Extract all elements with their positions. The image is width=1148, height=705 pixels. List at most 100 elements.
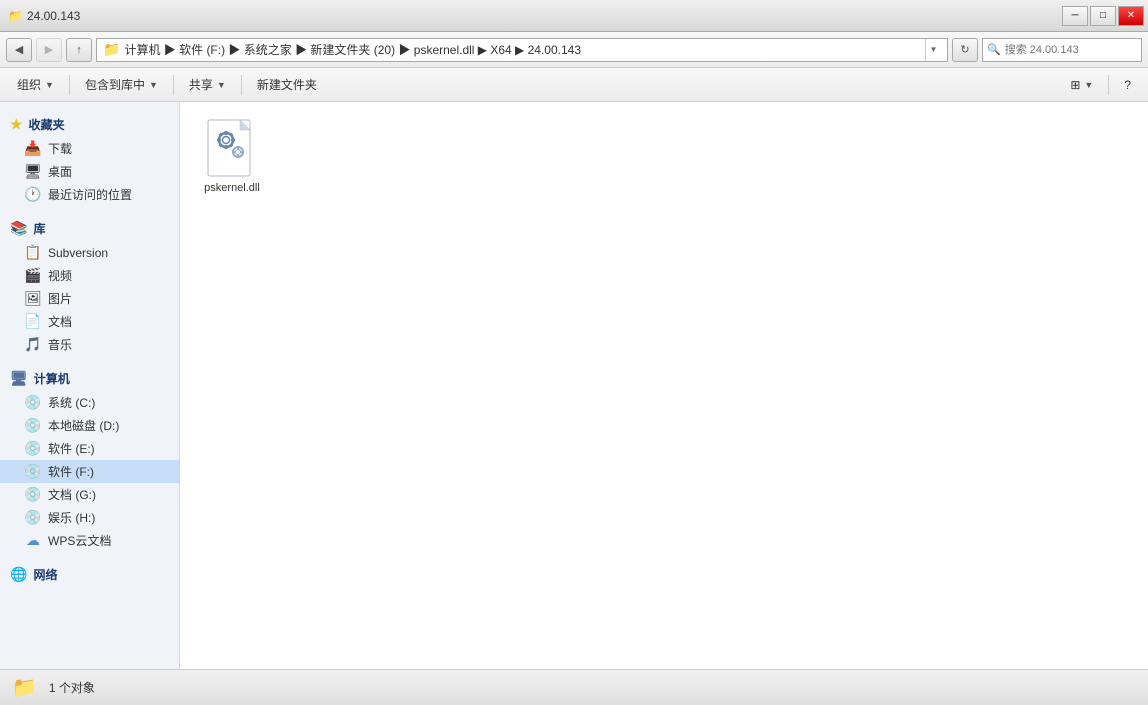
pictures-icon: 🖼 <box>24 290 42 307</box>
file-icon-pskernel <box>204 121 260 177</box>
search-input[interactable] <box>1005 44 1147 56</box>
library-icon: 📚 <box>10 220 27 237</box>
sidebar-item-desktop[interactable]: 🖥 桌面 <box>0 160 179 183</box>
window-title: 24.00.143 <box>27 9 80 23</box>
address-folder-icon: 📁 <box>103 41 120 58</box>
maximize-button[interactable]: □ <box>1090 6 1116 26</box>
drive-c-icon: 💿 <box>24 394 42 411</box>
sidebar-item-documents[interactable]: 📄 文档 <box>0 310 179 333</box>
content-area[interactable]: pskernel.dll <box>180 102 1148 669</box>
drive-g-icon: 💿 <box>24 486 42 503</box>
sidebar-divider-3 <box>0 552 179 560</box>
forward-icon: ▶ <box>45 43 53 56</box>
share-button[interactable]: 共享 ▼ <box>180 72 235 98</box>
sidebar-item-drive-f[interactable]: 💿 软件 (F:) <box>0 460 179 483</box>
new-folder-label: 新建文件夹 <box>257 76 317 93</box>
back-button[interactable]: ◀ <box>6 38 32 62</box>
sidebar-section-computer[interactable]: 🖥 计算机 <box>0 364 179 391</box>
include-label: 包含到库中 <box>85 76 145 93</box>
sidebar-item-drive-e[interactable]: 💿 软件 (E:) <box>0 437 179 460</box>
sidebar-item-drive-c[interactable]: 💿 系统 (C:) <box>0 391 179 414</box>
views-dropdown-icon: ▼ <box>1084 80 1093 90</box>
organize-label: 组织 <box>17 76 41 93</box>
sidebar-item-wps-cloud[interactable]: ☁ WPS云文档 <box>0 529 179 552</box>
file-item-pskernel[interactable]: pskernel.dll <box>192 114 272 202</box>
file-name-pskernel: pskernel.dll <box>204 181 260 195</box>
sidebar: ★ 收藏夹 📥 下载 🖥 桌面 🕐 最近访问的位置 📚 库 📋 Subversi… <box>0 102 180 669</box>
sidebar-section-library[interactable]: 📚 库 <box>0 214 179 241</box>
recent-label: 最近访问的位置 <box>48 186 132 203</box>
sidebar-item-subversion[interactable]: 📋 Subversion <box>0 241 179 264</box>
sidebar-divider-1 <box>0 206 179 214</box>
toolbar-separator-1 <box>69 75 70 95</box>
window-icon: 📁 <box>8 9 23 23</box>
video-label: 视频 <box>48 267 72 284</box>
sidebar-section-network[interactable]: 🌐 网络 <box>0 560 179 587</box>
sidebar-item-downloads[interactable]: 📥 下载 <box>0 137 179 160</box>
drive-d-label: 本地磁盘 (D:) <box>48 417 119 434</box>
status-folder-icon: 📁 <box>12 675 37 700</box>
pictures-label: 图片 <box>48 290 72 307</box>
sidebar-item-drive-d[interactable]: 💿 本地磁盘 (D:) <box>0 414 179 437</box>
drive-g-label: 文档 (G:) <box>48 486 96 503</box>
sidebar-item-video[interactable]: 🎬 视频 <box>0 264 179 287</box>
drive-c-label: 系统 (C:) <box>48 394 95 411</box>
address-text: 计算机 ▶ 软件 (F:) ▶ 系统之家 ▶ 新建文件夹 (20) ▶ pske… <box>124 41 921 58</box>
back-icon: ◀ <box>15 43 23 56</box>
address-dropdown-button[interactable]: ▼ <box>925 39 941 61</box>
title-bar-controls: ─ □ ✕ <box>1062 6 1144 26</box>
toolbar-separator-4 <box>1108 75 1109 95</box>
sidebar-item-music[interactable]: 🎵 音乐 <box>0 333 179 356</box>
recent-icon: 🕐 <box>24 186 42 203</box>
up-icon: ↑ <box>76 44 82 56</box>
refresh-button[interactable]: ↻ <box>952 38 978 62</box>
subversion-icon: 📋 <box>24 244 42 261</box>
forward-button[interactable]: ▶ <box>36 38 62 62</box>
title-bar-left: 📁 24.00.143 <box>8 9 80 23</box>
file-grid: pskernel.dll <box>192 114 1136 202</box>
status-count: 1 个对象 <box>49 679 95 696</box>
title-bar: 📁 24.00.143 ─ □ ✕ <box>0 0 1148 32</box>
drive-f-label: 软件 (F:) <box>48 463 94 480</box>
documents-icon: 📄 <box>24 313 42 330</box>
views-icon: ⊞ <box>1070 78 1080 92</box>
wps-cloud-label: WPS云文档 <box>48 532 111 549</box>
sidebar-item-recent[interactable]: 🕐 最近访问的位置 <box>0 183 179 206</box>
drive-f-icon: 💿 <box>24 463 42 480</box>
organize-button[interactable]: 组织 ▼ <box>8 72 63 98</box>
downloads-icon: 📥 <box>24 140 42 157</box>
downloads-label: 下载 <box>48 140 72 157</box>
search-box[interactable]: 🔍 🔍 <box>982 38 1142 62</box>
share-label: 共享 <box>189 76 213 93</box>
documents-label: 文档 <box>48 313 72 330</box>
main-area: ★ 收藏夹 📥 下载 🖥 桌面 🕐 最近访问的位置 📚 库 📋 Subversi… <box>0 102 1148 669</box>
toolbar: 组织 ▼ 包含到库中 ▼ 共享 ▼ 新建文件夹 ⊞ ▼ ? <box>0 68 1148 102</box>
video-icon: 🎬 <box>24 267 42 284</box>
views-button[interactable]: ⊞ ▼ <box>1061 72 1102 98</box>
new-folder-button[interactable]: 新建文件夹 <box>248 72 326 98</box>
drive-e-label: 软件 (E:) <box>48 440 95 457</box>
drive-e-icon: 💿 <box>24 440 42 457</box>
sidebar-item-pictures[interactable]: 🖼 图片 <box>0 287 179 310</box>
favorites-label: 收藏夹 <box>29 116 65 133</box>
close-button[interactable]: ✕ <box>1118 6 1144 26</box>
address-input[interactable]: 📁 计算机 ▶ 软件 (F:) ▶ 系统之家 ▶ 新建文件夹 (20) ▶ ps… <box>96 38 948 62</box>
sidebar-item-drive-g[interactable]: 💿 文档 (G:) <box>0 483 179 506</box>
desktop-icon: 🖥 <box>24 163 42 180</box>
subversion-label: Subversion <box>48 246 108 260</box>
status-bar: 📁 1 个对象 <box>0 669 1148 705</box>
computer-icon: 🖥 <box>10 370 28 387</box>
minimize-button[interactable]: ─ <box>1062 6 1088 26</box>
sidebar-item-drive-h[interactable]: 💿 娱乐 (H:) <box>0 506 179 529</box>
include-library-button[interactable]: 包含到库中 ▼ <box>76 72 167 98</box>
favorites-star-icon: ★ <box>10 116 23 133</box>
help-icon: ? <box>1124 78 1131 92</box>
library-label: 库 <box>33 220 45 237</box>
desktop-label: 桌面 <box>48 163 72 180</box>
toolbar-separator-3 <box>241 75 242 95</box>
help-button[interactable]: ? <box>1115 72 1140 98</box>
computer-label: 计算机 <box>34 370 70 387</box>
sidebar-section-favorites[interactable]: ★ 收藏夹 <box>0 110 179 137</box>
up-button[interactable]: ↑ <box>66 38 92 62</box>
share-dropdown-icon: ▼ <box>217 80 226 90</box>
